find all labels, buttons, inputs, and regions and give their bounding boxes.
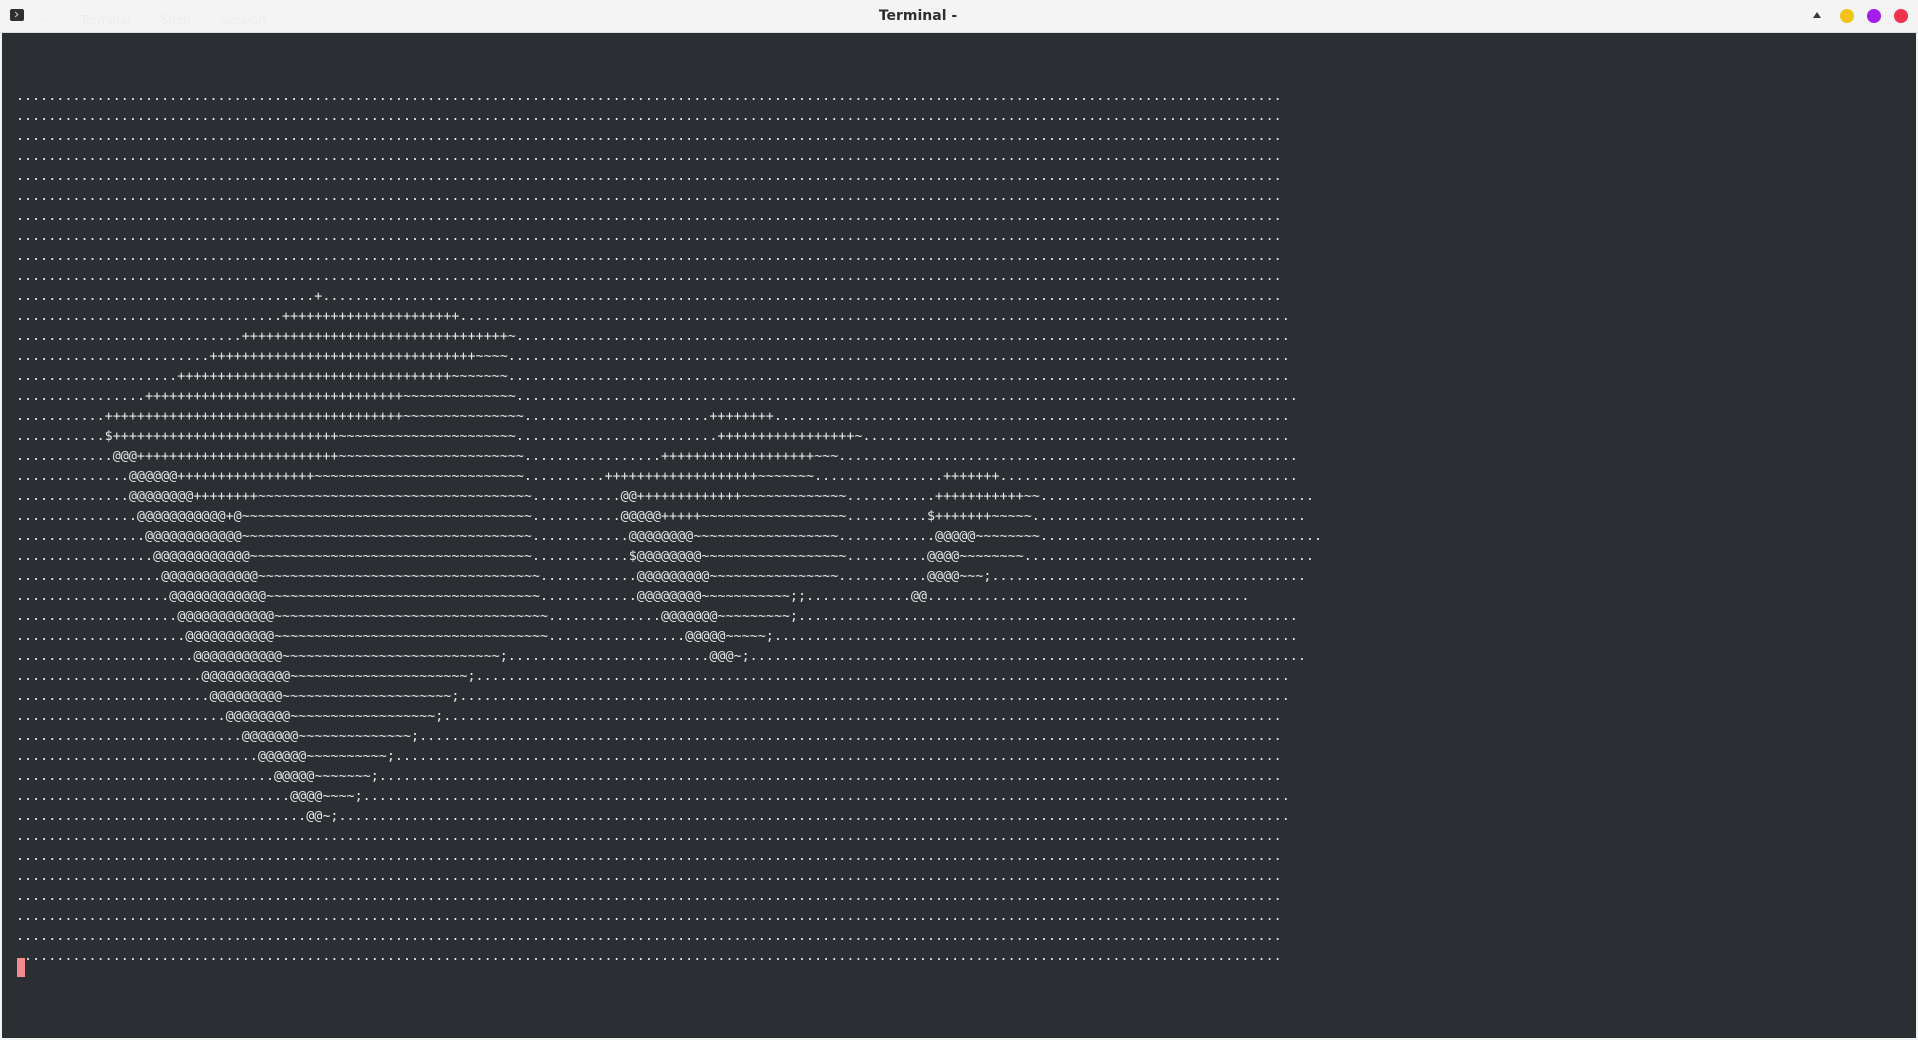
terminal-line: ............@@@+++++++++++++++++++++++++…: [16, 449, 1298, 464]
terminal-line: ........................++++++++++++++++…: [16, 349, 1290, 364]
terminal-line: ........................................…: [16, 269, 1282, 284]
terminal-line: ..........................@@@@@@@@~~~~~~…: [16, 709, 1282, 724]
terminal-line: ........................@@@@@@@@@~~~~~~~…: [16, 689, 1290, 704]
terminal-line: ............................@@@@@@@~~~~~…: [16, 729, 1282, 744]
terminal-line: ........................................…: [16, 89, 1282, 104]
terminal-line: ........................................…: [16, 869, 1282, 884]
terminal-line: ........................................…: [16, 889, 1282, 904]
terminal-line: .....................................+..…: [16, 289, 1282, 304]
close-button[interactable]: [1894, 9, 1908, 23]
terminal-line: ........................................…: [16, 189, 1282, 204]
ascii-art-output: ........................................…: [16, 67, 1322, 987]
window-title: Terminal -: [878, 8, 958, 24]
terminal-line: ........................................…: [16, 209, 1282, 224]
terminal-line: ...........+++++++++++++++++++++++++++++…: [16, 409, 1290, 424]
maximize-button[interactable]: [1867, 9, 1881, 23]
terminal-line: ..................................@@@@~~…: [16, 789, 1290, 804]
terminal-line: ..............................@@@@@@~~~~…: [16, 749, 1282, 764]
terminal-line: ................++++++++++++++++++++++++…: [16, 389, 1298, 404]
minimize-button[interactable]: [1840, 9, 1854, 23]
terminal-line: ........................................…: [16, 229, 1282, 244]
terminal-window: ~ Terminal Shell Session Terminal - .......…: [0, 0, 1918, 1040]
terminal-line: ............................++++++++++++…: [16, 329, 1290, 344]
terminal-line: ........................................…: [16, 249, 1282, 264]
terminal-line: ...........$++++++++++++++++++++++++++++…: [16, 429, 1290, 444]
terminal-line: ........................................…: [16, 129, 1282, 144]
terminal-output[interactable]: ........................................…: [2, 33, 1916, 1038]
terminal-line: ....................++++++++++++++++++++…: [16, 369, 1290, 384]
terminal-line: ..............@@@@@@@@++++++++~~~~~~~~~~…: [16, 489, 1314, 504]
text-cursor: [17, 958, 25, 977]
title-bar[interactable]: ~ Terminal Shell Session Terminal -: [0, 0, 1918, 33]
terminal-line: ........................................…: [16, 849, 1282, 864]
terminal-line: ........................................…: [16, 109, 1282, 124]
terminal-line: ................................@@@@@~~~…: [16, 769, 1282, 784]
terminal-line: ......................@@@@@@@@@@@~~~~~~~…: [16, 649, 1306, 664]
terminal-line: .......................@@@@@@@@@@@~~~~~~…: [16, 669, 1290, 684]
terminal-line: ................@@@@@@@@@@@@~~~~~~~~~~~~…: [16, 529, 1323, 544]
terminal-line: ..............@@@@@@+++++++++++++++++~~~…: [16, 469, 1298, 484]
terminal-line: ..................@@@@@@@@@@@@~~~~~~~~~~…: [16, 569, 1306, 584]
terminal-line: .....................@@@@@@@@@@@~~~~~~~~…: [16, 629, 1298, 644]
terminal-line: ....................@@@@@@@@@@@@~~~~~~~~…: [16, 609, 1298, 624]
terminal-line: ........................................…: [16, 909, 1282, 924]
terminal-line: ........................................…: [16, 829, 1282, 844]
terminal-line: ........................................…: [16, 149, 1282, 164]
terminal-line: ........................................…: [16, 949, 1282, 964]
terminal-line: ....................................@@~;…: [16, 809, 1290, 824]
terminal-line: .................................+++++++…: [16, 309, 1290, 324]
triangle-up-icon[interactable]: [1813, 12, 1821, 18]
terminal-line: .................@@@@@@@@@@@@~~~~~~~~~~~…: [16, 549, 1314, 564]
terminal-line: ........................................…: [16, 169, 1282, 184]
terminal-line: ........................................…: [16, 929, 1282, 944]
terminal-line: ...............@@@@@@@@@@@+@~~~~~~~~~~~~…: [16, 509, 1306, 524]
terminal-line: ...................@@@@@@@@@@@@~~~~~~~~~…: [16, 589, 1250, 604]
